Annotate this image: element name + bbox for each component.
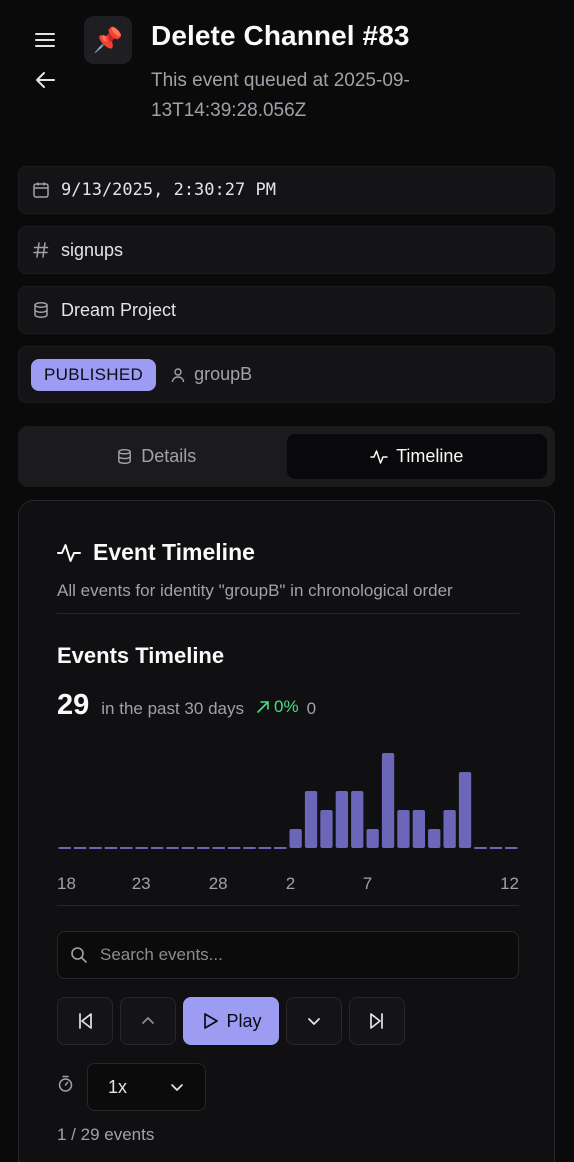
divider <box>57 613 519 614</box>
next-event-button[interactable] <box>286 997 342 1045</box>
timer-icon <box>57 1075 74 1093</box>
chart-bar <box>335 791 348 848</box>
timestamp-value: 9/13/2025, 2:30:27 PM <box>61 180 276 200</box>
page-subtitle: This event queued at 2025-09-13T14:39:28… <box>151 70 410 121</box>
search-input[interactable] <box>100 945 518 965</box>
speed-select[interactable]: 1x <box>87 1063 206 1111</box>
view-tabs: Details Timeline <box>18 426 555 487</box>
card-title: Event Timeline <box>93 539 255 565</box>
chart-x-labels: 18 23 28 2 7 12 <box>57 874 519 896</box>
period-label: in the past 30 days <box>101 699 244 718</box>
skip-forward-icon <box>370 1013 383 1029</box>
speed-value: 1x <box>108 1076 128 1097</box>
total-count: 29 <box>57 689 90 721</box>
hamburger-icon <box>35 33 55 47</box>
database-icon <box>116 448 133 465</box>
hash-icon <box>31 240 51 260</box>
chart-bar <box>304 791 318 848</box>
tab-details[interactable]: Details <box>26 434 287 479</box>
chart-x-tick-label: 2 <box>285 874 296 893</box>
event-position: 1 / 29 events <box>57 1125 155 1144</box>
skip-to-first-button[interactable] <box>57 997 113 1045</box>
chart-x-tick-label: 12 <box>500 874 519 893</box>
chart-x-tick-label: 23 <box>131 874 151 893</box>
chart-bar <box>458 772 472 848</box>
chart-bar <box>351 791 364 848</box>
change-base: 0 <box>306 699 317 718</box>
status-row: PUBLISHED groupB <box>18 346 555 403</box>
arrow-left-icon <box>36 72 55 88</box>
change-value: 0% <box>273 697 299 716</box>
user-icon <box>168 365 188 385</box>
play-icon <box>200 1011 220 1031</box>
divider <box>57 905 519 906</box>
project-row: Dream Project <box>18 286 555 334</box>
card-description: All events for identity "groupB" in chro… <box>57 581 453 600</box>
chevron-up-icon <box>142 1017 154 1024</box>
calendar-icon <box>31 180 51 200</box>
chart-bar <box>428 829 441 848</box>
menu-button[interactable] <box>30 26 60 54</box>
back-button[interactable] <box>30 66 60 94</box>
project-value: Dream Project <box>61 299 177 320</box>
chart-x-tick-label: 28 <box>208 874 228 893</box>
tab-details-label: Details <box>141 446 197 466</box>
group-value: groupB <box>194 364 253 384</box>
search-box[interactable] <box>57 931 519 979</box>
tab-timeline-label: Timeline <box>396 446 464 466</box>
chevron-down-icon <box>308 1018 320 1025</box>
channel-row: signups <box>18 226 555 274</box>
chart-bar <box>412 810 425 848</box>
chart-x-tick-label: 18 <box>57 874 76 893</box>
chart-bar <box>320 810 333 848</box>
play-label: Play <box>226 1010 262 1031</box>
chart-bar <box>397 810 410 848</box>
activity-icon <box>370 448 388 466</box>
channel-value: signups <box>61 239 124 260</box>
events-bar-chart <box>58 753 518 849</box>
event-emoji-icon: 📌 <box>84 16 132 64</box>
status-badge: PUBLISHED <box>31 358 157 391</box>
previous-event-button[interactable] <box>120 997 176 1045</box>
search-icon <box>71 947 87 963</box>
chevron-down-icon <box>171 1084 183 1091</box>
change-indicator: 0% <box>256 697 299 717</box>
chart-bar <box>443 810 456 848</box>
timestamp-row: 9/13/2025, 2:30:27 PM <box>18 166 555 214</box>
chart-x-tick-label: 7 <box>362 874 373 893</box>
chart-bar <box>381 753 395 848</box>
event-detail-page: 📌 Delete Channel #83 This event queued a… <box>0 0 574 1162</box>
database-icon <box>31 300 51 320</box>
tab-timeline[interactable]: Timeline <box>286 434 547 479</box>
group-tag: groupB <box>168 364 252 385</box>
timeline-card: Event Timeline All events for identity "… <box>18 500 555 1162</box>
trend-up-icon <box>257 701 269 713</box>
page-title: Delete Channel #83 <box>151 20 410 51</box>
skip-to-last-button[interactable] <box>349 997 405 1045</box>
section-title: Events Timeline <box>57 643 225 668</box>
card-header: Event Timeline <box>57 539 255 566</box>
stats-row: 29 in the past 30 days 0% 0 <box>57 689 316 722</box>
play-button[interactable]: Play <box>183 997 279 1045</box>
chart-bar <box>366 829 379 848</box>
chart-bar <box>289 829 302 848</box>
activity-icon <box>57 541 81 565</box>
skip-back-icon <box>79 1013 92 1029</box>
